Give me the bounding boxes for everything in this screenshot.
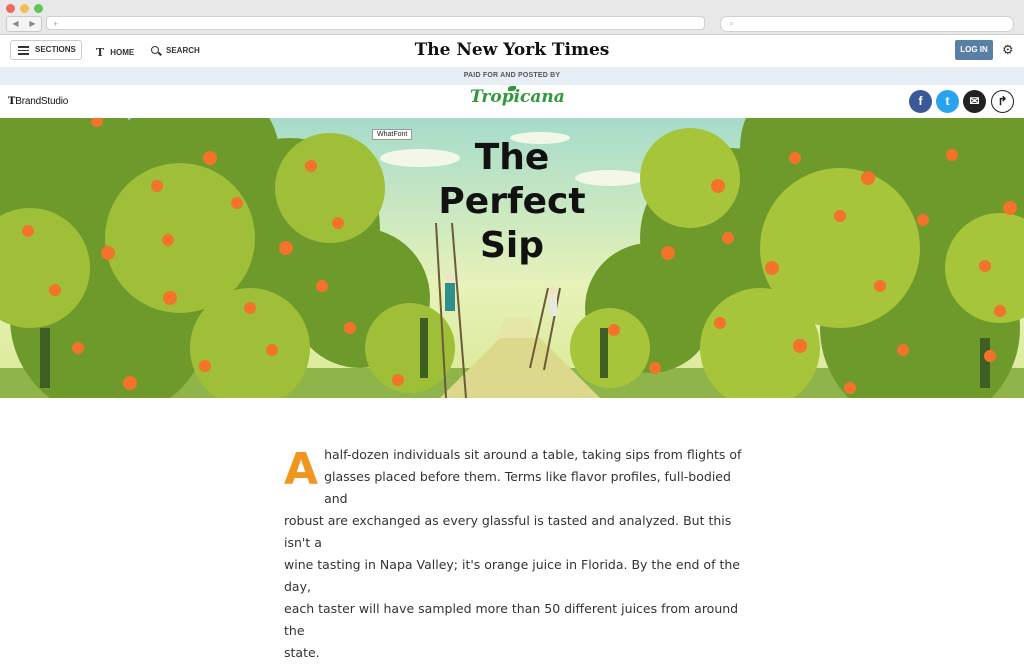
facebook-share-icon[interactable]: f [909,90,932,113]
maximize-window-button[interactable] [34,4,43,13]
back-icon[interactable]: ◀ [7,17,24,31]
address-placeholder: + [53,19,59,29]
minimize-window-button[interactable] [20,4,29,13]
hero-title-line: Perfect [438,181,586,222]
brandstudio-text: BrandStudio [15,96,69,107]
share-icon[interactable]: ↱ [991,90,1014,113]
login-button[interactable]: LOG IN [955,40,993,60]
tropicana-logo[interactable]: Tropicana [470,86,565,107]
twitter-share-icon[interactable]: t [936,90,959,113]
leaf-icon [508,86,516,91]
hero-title: The Perfect Sip [412,136,612,268]
article-line: glasses placed before them. Terms like f… [324,469,731,506]
gear-icon[interactable]: ⚙ [1002,42,1014,58]
home-link[interactable]: T HOME [96,45,135,59]
sections-label: SECTIONS [35,45,76,54]
whatfont-tooltip: WhatFont [372,129,413,140]
nyt-masthead-logo[interactable]: The New York Times [400,40,624,60]
sections-button[interactable]: SECTIONS [10,40,82,60]
hero-title-line: The [474,137,550,178]
paid-post-notice: PAID FOR AND POSTED BY [0,67,1024,85]
search-link[interactable]: SEARCH [151,45,200,55]
browser-chrome: ◀ ▶ + ⌕ [0,0,1024,35]
address-bar[interactable]: + [46,16,705,30]
hero-title-line: Sip [479,225,545,266]
forward-icon[interactable]: ▶ [24,17,41,31]
site-header: SECTIONS T HOME SEARCH The New York Times… [0,35,1024,67]
brand-bar: TBrandStudio Tropicana f t ✉ ↱ [0,85,1024,118]
article-line: state. [284,645,320,660]
drop-cap: A [284,444,319,495]
search-label: SEARCH [166,46,200,55]
hamburger-icon [18,46,29,57]
nyt-t-icon: T [96,46,105,59]
article-body: A half-dozen individuals sit around a ta… [284,444,744,664]
search-icon: ⌕ [729,18,735,28]
brandstudio-logo[interactable]: TBrandStudio [8,96,68,107]
browser-search-field[interactable]: ⌕ [720,16,1014,32]
article-line: each taster will have sampled more than … [284,601,739,638]
article-line: robust are exchanged as every glassful i… [284,513,732,550]
article-line: wine tasting in Napa Valley; it's orange… [284,557,740,594]
close-window-button[interactable] [6,4,15,13]
tropicana-wordmark: Tropicana [470,87,565,107]
home-label: HOME [110,48,135,57]
history-nav: ◀ ▶ [6,16,42,32]
magnifier-icon [151,46,159,54]
article-line: half-dozen individuals sit around a tabl… [324,447,742,462]
email-share-icon[interactable]: ✉ [963,90,986,113]
